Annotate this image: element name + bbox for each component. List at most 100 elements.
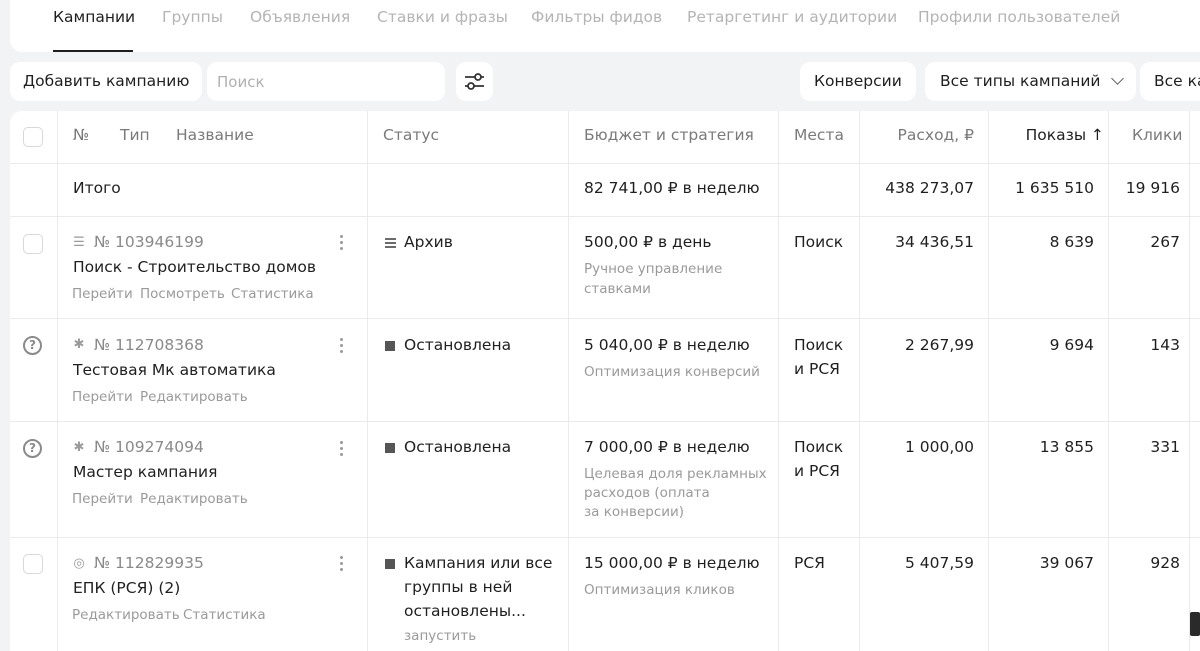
go-link[interactable]: Перейти xyxy=(72,491,133,507)
text-campaign-icon: ☰ xyxy=(73,235,85,250)
campaign-types-dropdown[interactable]: Все типы кампаний xyxy=(925,62,1136,101)
question-icon[interactable]: ? xyxy=(23,439,42,458)
strategy-text: расходов (оплата xyxy=(584,485,710,501)
tab-user-profiles[interactable]: Профили пользователей xyxy=(918,8,1120,26)
all-campaigns-dropdown[interactable]: Все ка xyxy=(1140,62,1200,101)
header-places[interactable]: Места xyxy=(794,126,844,144)
clicks-value: 928 xyxy=(1150,554,1180,572)
impressions-value: 8 639 xyxy=(1049,233,1094,251)
row-divider xyxy=(10,163,1200,164)
total-clicks: 19 916 xyxy=(1125,179,1180,197)
campaign-name[interactable]: Тестовая Мк автоматика xyxy=(73,361,276,379)
places-text: и РСЯ xyxy=(794,360,840,378)
conversions-button[interactable]: Конверсии xyxy=(800,62,916,101)
status-text: Архив xyxy=(404,233,453,251)
row-checkbox[interactable] xyxy=(23,554,43,574)
start-campaign-link[interactable]: запустить xyxy=(404,628,476,644)
budget-value: 5 040,00 ₽ в неделю xyxy=(584,336,750,354)
kebab-menu-icon[interactable] xyxy=(340,338,344,356)
tab-feed-filters[interactable]: Фильтры фидов xyxy=(531,8,662,26)
edit-link[interactable]: Редактировать xyxy=(72,607,180,623)
header-budget[interactable]: Бюджет и стратегия xyxy=(584,126,754,144)
filter-settings-button[interactable] xyxy=(456,62,493,101)
places-text: Поиск xyxy=(794,438,844,456)
column-divider xyxy=(568,111,569,651)
tab-retargeting[interactable]: Ретаргетинг и аудитории xyxy=(687,8,897,26)
select-all-checkbox[interactable] xyxy=(23,127,43,147)
search-input[interactable] xyxy=(207,62,445,101)
clicks-value: 331 xyxy=(1150,438,1180,456)
strategy-text: Целевая доля рекламных xyxy=(584,466,767,482)
row-divider xyxy=(10,318,1200,319)
header-status[interactable]: Статус xyxy=(383,126,439,144)
places-text: Поиск xyxy=(794,336,844,354)
master-campaign-icon: ✱ xyxy=(73,337,85,352)
campaign-id: № 103946199 xyxy=(94,233,204,251)
campaign-id: № 112829935 xyxy=(94,554,204,572)
kebab-menu-icon[interactable] xyxy=(340,235,344,253)
strategy-text: Оптимизация кликов xyxy=(584,582,735,598)
status-text: группы в ней xyxy=(404,578,513,596)
column-divider xyxy=(988,111,989,651)
campaign-name[interactable]: Поиск - Строительство домов xyxy=(73,258,316,276)
campaigns-table: № Тип Название Статус Бюджет и стратегия… xyxy=(10,111,1200,651)
budget-value: 7 000,00 ₽ в неделю xyxy=(584,438,750,456)
status-text: Кампания или все xyxy=(404,554,553,572)
places-text: Поиск xyxy=(794,233,844,251)
places-text: и РСЯ xyxy=(794,462,840,480)
total-budget: 82 741,00 ₽ в неделю xyxy=(584,179,760,197)
strategy-text: Ручное управление xyxy=(584,261,723,277)
campaign-name[interactable]: Мастер кампания xyxy=(73,463,217,481)
header-clicks[interactable]: Клики xyxy=(1132,126,1182,144)
status-text: остановлены... xyxy=(404,602,526,620)
statistics-link[interactable]: Статистика xyxy=(231,286,314,302)
column-divider xyxy=(1189,111,1190,651)
column-divider xyxy=(778,111,779,651)
add-campaign-button[interactable]: Добавить кампанию xyxy=(10,62,203,101)
strategy-text: Оптимизация конверсий xyxy=(584,364,760,380)
total-spend: 438 273,07 xyxy=(885,179,974,197)
kebab-menu-icon[interactable] xyxy=(340,556,344,574)
row-checkbox[interactable] xyxy=(23,234,43,254)
edit-link[interactable]: Редактировать xyxy=(140,491,248,507)
header-name[interactable]: Название xyxy=(176,126,254,144)
row-divider xyxy=(10,421,1200,422)
total-label: Итого xyxy=(73,179,121,197)
tab-ads[interactable]: Объявления xyxy=(250,8,350,26)
header-number[interactable]: № xyxy=(73,126,89,144)
column-divider xyxy=(57,111,58,651)
column-divider xyxy=(367,111,368,651)
view-link[interactable]: Посмотреть xyxy=(140,286,225,302)
header-spend[interactable]: Расход, ₽ xyxy=(898,126,974,144)
active-tab-indicator xyxy=(53,50,133,52)
stopped-status-icon xyxy=(385,341,395,351)
edit-link[interactable]: Редактировать xyxy=(140,389,248,405)
campaign-id: № 109274094 xyxy=(94,438,204,456)
impressions-value: 39 067 xyxy=(1039,554,1094,572)
header-type[interactable]: Тип xyxy=(120,126,150,144)
master-campaign-icon: ✱ xyxy=(73,440,85,455)
go-link[interactable]: Перейти xyxy=(72,389,133,405)
impressions-value: 9 694 xyxy=(1049,336,1094,354)
header-impressions[interactable]: Показы ↑ xyxy=(1026,126,1104,144)
go-link[interactable]: Перейти xyxy=(72,286,133,302)
statistics-link[interactable]: Статистика xyxy=(183,607,266,623)
campaign-types-label: Все типы кампаний xyxy=(940,72,1101,90)
clicks-value: 143 xyxy=(1150,336,1180,354)
stopped-status-icon xyxy=(385,443,395,453)
spend-value: 34 436,51 xyxy=(895,233,974,251)
scrollbar-thumb[interactable] xyxy=(1190,612,1200,636)
campaign-name[interactable]: ЕПК (РСЯ) (2) xyxy=(73,579,180,597)
question-icon[interactable]: ? xyxy=(23,336,42,355)
spend-value: 2 267,99 xyxy=(904,336,974,354)
kebab-menu-icon[interactable] xyxy=(340,441,344,459)
budget-value: 500,00 ₽ в день xyxy=(584,233,712,251)
row-divider xyxy=(10,537,1200,538)
tab-groups[interactable]: Группы xyxy=(162,8,223,26)
row-divider xyxy=(10,216,1200,217)
tabs-bar: Кампании Группы Объявления Ставки и фраз… xyxy=(10,0,1200,52)
total-impressions: 1 635 510 xyxy=(1015,179,1094,197)
tab-campaigns[interactable]: Кампании xyxy=(53,8,135,26)
sliders-icon xyxy=(465,73,484,90)
tab-bids[interactable]: Ставки и фразы xyxy=(377,8,508,26)
